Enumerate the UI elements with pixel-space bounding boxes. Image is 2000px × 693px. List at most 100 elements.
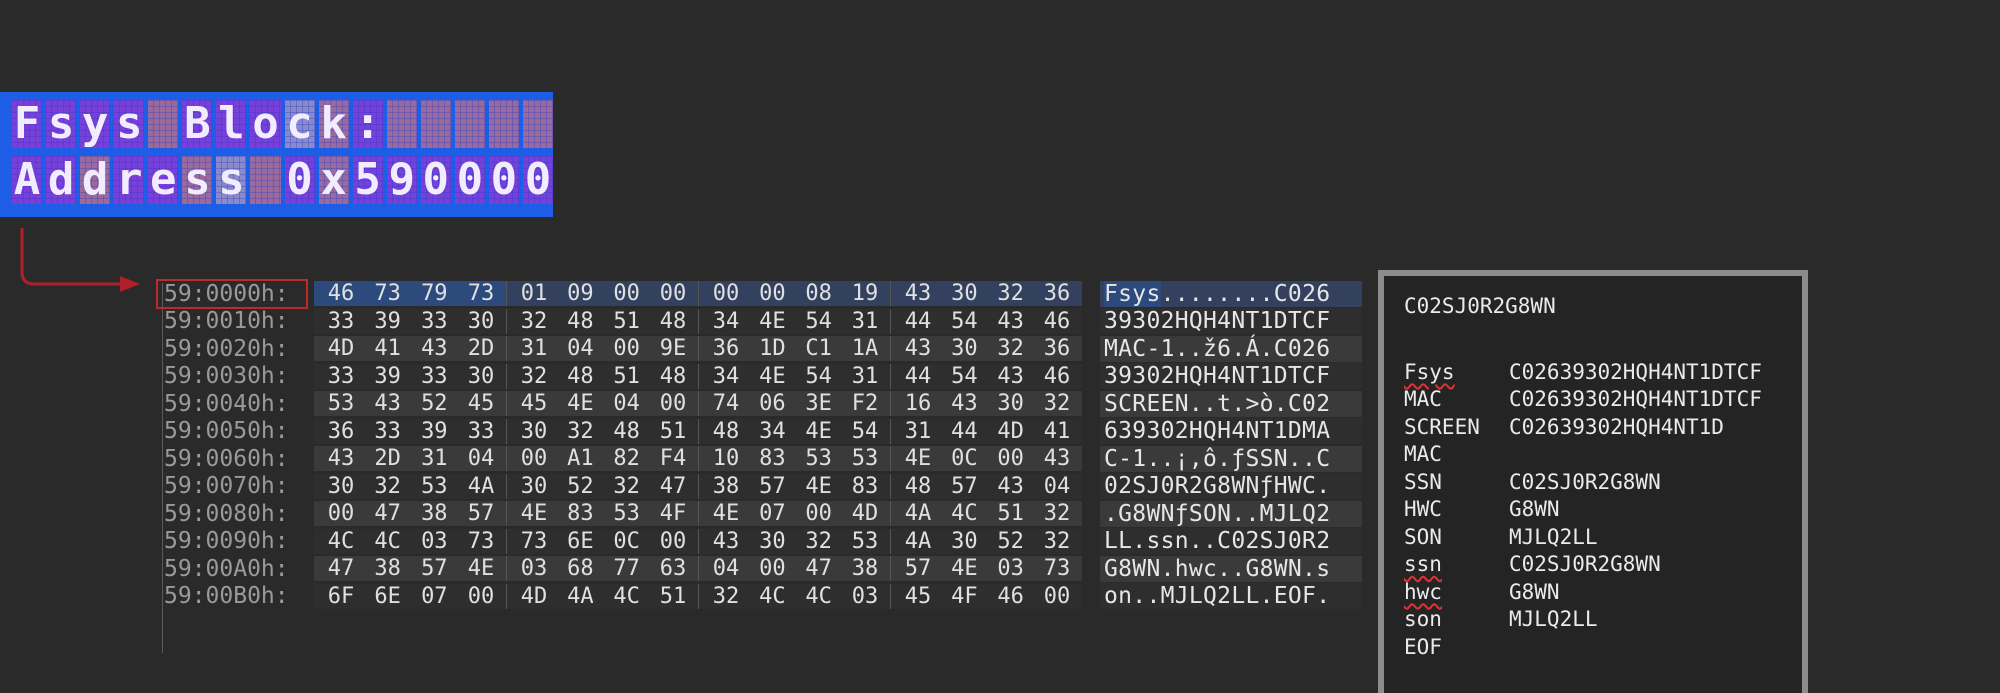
hex-byte[interactable]: 45 <box>515 391 553 416</box>
hex-byte[interactable]: 46 <box>1038 309 1076 334</box>
hex-byte[interactable]: 38 <box>369 556 407 581</box>
hex-byte[interactable]: 44 <box>945 419 983 444</box>
hex-byte[interactable]: 47 <box>654 474 692 499</box>
hex-byte[interactable]: 34 <box>707 364 745 389</box>
hex-byte[interactable]: 4E <box>800 419 838 444</box>
hex-byte[interactable]: 43 <box>992 309 1030 334</box>
hex-byte[interactable]: F4 <box>654 446 692 471</box>
hex-byte[interactable]: 36 <box>1038 336 1076 361</box>
hex-byte[interactable]: 4C <box>608 584 646 609</box>
hex-byte[interactable]: 47 <box>800 556 838 581</box>
hex-byte[interactable]: 08 <box>800 281 838 306</box>
hex-viewer[interactable]: 59:0000h: 46 73 79 73 01 09 00 00 00 00 08 19 43 30 32 3… <box>156 278 1362 610</box>
hex-byte[interactable]: 07 <box>415 584 453 609</box>
hex-byte[interactable]: 43 <box>945 391 983 416</box>
hex-byte[interactable]: 43 <box>707 529 745 554</box>
hex-byte[interactable]: 4A <box>462 474 500 499</box>
hex-byte[interactable]: 03 <box>415 529 453 554</box>
hex-byte[interactable]: 32 <box>800 529 838 554</box>
hex-byte[interactable]: 2D <box>369 446 407 471</box>
hex-byte[interactable]: 00 <box>992 446 1030 471</box>
hex-byte[interactable]: 41 <box>1038 419 1076 444</box>
hex-byte[interactable]: 43 <box>322 446 360 471</box>
hex-byte[interactable]: 30 <box>462 364 500 389</box>
hex-byte[interactable]: 4D <box>846 501 884 526</box>
hex-byte[interactable]: 48 <box>561 309 599 334</box>
hex-byte[interactable]: 32 <box>992 336 1030 361</box>
hex-byte[interactable]: 4C <box>945 501 983 526</box>
hex-byte[interactable]: 4A <box>899 501 937 526</box>
hex-byte[interactable]: 30 <box>945 336 983 361</box>
hex-byte[interactable]: 48 <box>561 364 599 389</box>
hex-byte[interactable]: 30 <box>992 391 1030 416</box>
hex-byte[interactable]: 46 <box>992 584 1030 609</box>
hex-byte[interactable]: 04 <box>707 556 745 581</box>
hex-byte[interactable]: 57 <box>415 556 453 581</box>
hex-byte[interactable]: 43 <box>415 336 453 361</box>
hex-byte[interactable]: 30 <box>462 309 500 334</box>
hex-byte[interactable]: 03 <box>515 556 553 581</box>
hex-byte[interactable]: 31 <box>846 364 884 389</box>
hex-byte[interactable]: 46 <box>1038 364 1076 389</box>
hex-byte[interactable]: 44 <box>899 364 937 389</box>
hex-byte[interactable]: 4C <box>753 584 791 609</box>
hex-byte[interactable]: 00 <box>1038 584 1076 609</box>
hex-byte[interactable]: 32 <box>515 309 553 334</box>
hex-byte[interactable]: 53 <box>846 529 884 554</box>
hex-row[interactable]: 59:0090h: 4C 4C 03 73 73 6E 0C 00 43 30 32 53 4A 30 52 3… <box>158 528 1362 556</box>
hex-byte[interactable]: 00 <box>654 391 692 416</box>
hex-byte[interactable]: 0C <box>945 446 983 471</box>
hex-byte[interactable]: 00 <box>707 281 745 306</box>
hex-byte[interactable]: 48 <box>707 419 745 444</box>
hex-byte[interactable]: 4A <box>561 584 599 609</box>
hex-byte[interactable]: 1D <box>753 336 791 361</box>
hex-byte[interactable]: 68 <box>561 556 599 581</box>
hex-byte[interactable]: 4E <box>515 501 553 526</box>
hex-byte[interactable]: 30 <box>322 474 360 499</box>
hex-byte[interactable]: 6F <box>322 584 360 609</box>
hex-byte[interactable]: 39 <box>369 309 407 334</box>
hex-byte[interactable]: 00 <box>462 584 500 609</box>
hex-byte[interactable]: 57 <box>753 474 791 499</box>
hex-byte[interactable]: 36 <box>1038 281 1076 306</box>
hex-byte[interactable]: 4E <box>753 364 791 389</box>
hex-byte[interactable]: 82 <box>608 446 646 471</box>
hex-byte[interactable]: 73 <box>462 529 500 554</box>
hex-byte[interactable]: 54 <box>846 419 884 444</box>
hex-byte[interactable]: 33 <box>322 309 360 334</box>
hex-byte[interactable]: 4F <box>654 501 692 526</box>
hex-byte[interactable]: A1 <box>561 446 599 471</box>
hex-byte[interactable]: 33 <box>322 364 360 389</box>
hex-byte[interactable]: 53 <box>846 446 884 471</box>
hex-byte[interactable]: 00 <box>800 501 838 526</box>
hex-byte[interactable]: 4C <box>800 584 838 609</box>
hex-byte[interactable]: 32 <box>369 474 407 499</box>
hex-byte[interactable]: 43 <box>899 281 937 306</box>
hex-byte[interactable]: 39 <box>369 364 407 389</box>
hex-byte[interactable]: 2D <box>462 336 500 361</box>
hex-byte[interactable]: 46 <box>322 281 360 306</box>
hex-byte[interactable]: 30 <box>515 419 553 444</box>
hex-byte[interactable]: 53 <box>800 446 838 471</box>
hex-byte[interactable]: 33 <box>369 419 407 444</box>
hex-byte[interactable]: 00 <box>608 336 646 361</box>
hex-byte[interactable]: 4E <box>753 309 791 334</box>
hex-byte[interactable]: 36 <box>322 419 360 444</box>
hex-byte[interactable]: 4E <box>707 501 745 526</box>
hex-byte[interactable]: 53 <box>608 501 646 526</box>
hex-byte[interactable]: F2 <box>846 391 884 416</box>
hex-byte[interactable]: 45 <box>462 391 500 416</box>
hex-byte[interactable]: C1 <box>800 336 838 361</box>
hex-byte[interactable]: 33 <box>415 309 453 334</box>
hex-byte[interactable]: 51 <box>992 501 1030 526</box>
hex-byte[interactable]: 07 <box>753 501 791 526</box>
hex-byte[interactable]: 4F <box>945 584 983 609</box>
hex-byte[interactable]: 09 <box>561 281 599 306</box>
hex-row[interactable]: 59:00A0h: 47 38 57 4E 03 68 77 63 04 00 47 38 57 4E 03 7… <box>158 555 1362 583</box>
hex-byte[interactable]: 38 <box>846 556 884 581</box>
hex-byte[interactable]: 34 <box>753 419 791 444</box>
hex-byte[interactable]: 54 <box>800 364 838 389</box>
hex-byte[interactable]: 31 <box>415 446 453 471</box>
hex-byte[interactable]: 41 <box>369 336 407 361</box>
hex-byte[interactable]: 31 <box>899 419 937 444</box>
